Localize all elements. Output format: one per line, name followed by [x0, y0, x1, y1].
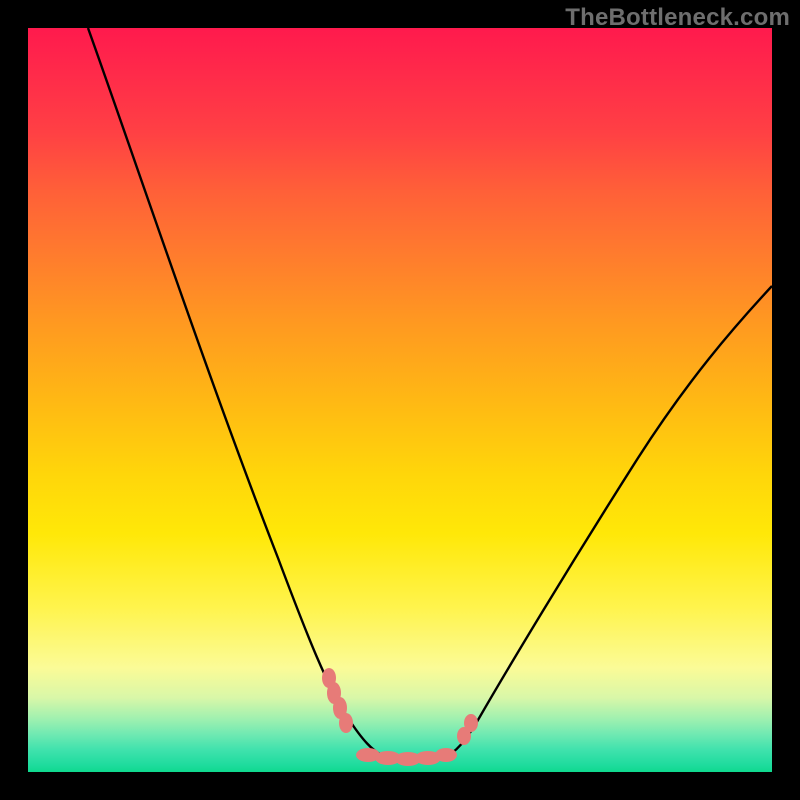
plot-area: [28, 28, 772, 772]
chart-frame: TheBottleneck.com: [0, 0, 800, 800]
bottleneck-curve: [28, 28, 772, 772]
curve-left-branch: [88, 28, 388, 758]
curve-right-branch: [443, 286, 772, 758]
bottleneck-markers: [322, 668, 478, 766]
watermark-text: TheBottleneck.com: [565, 4, 790, 32]
